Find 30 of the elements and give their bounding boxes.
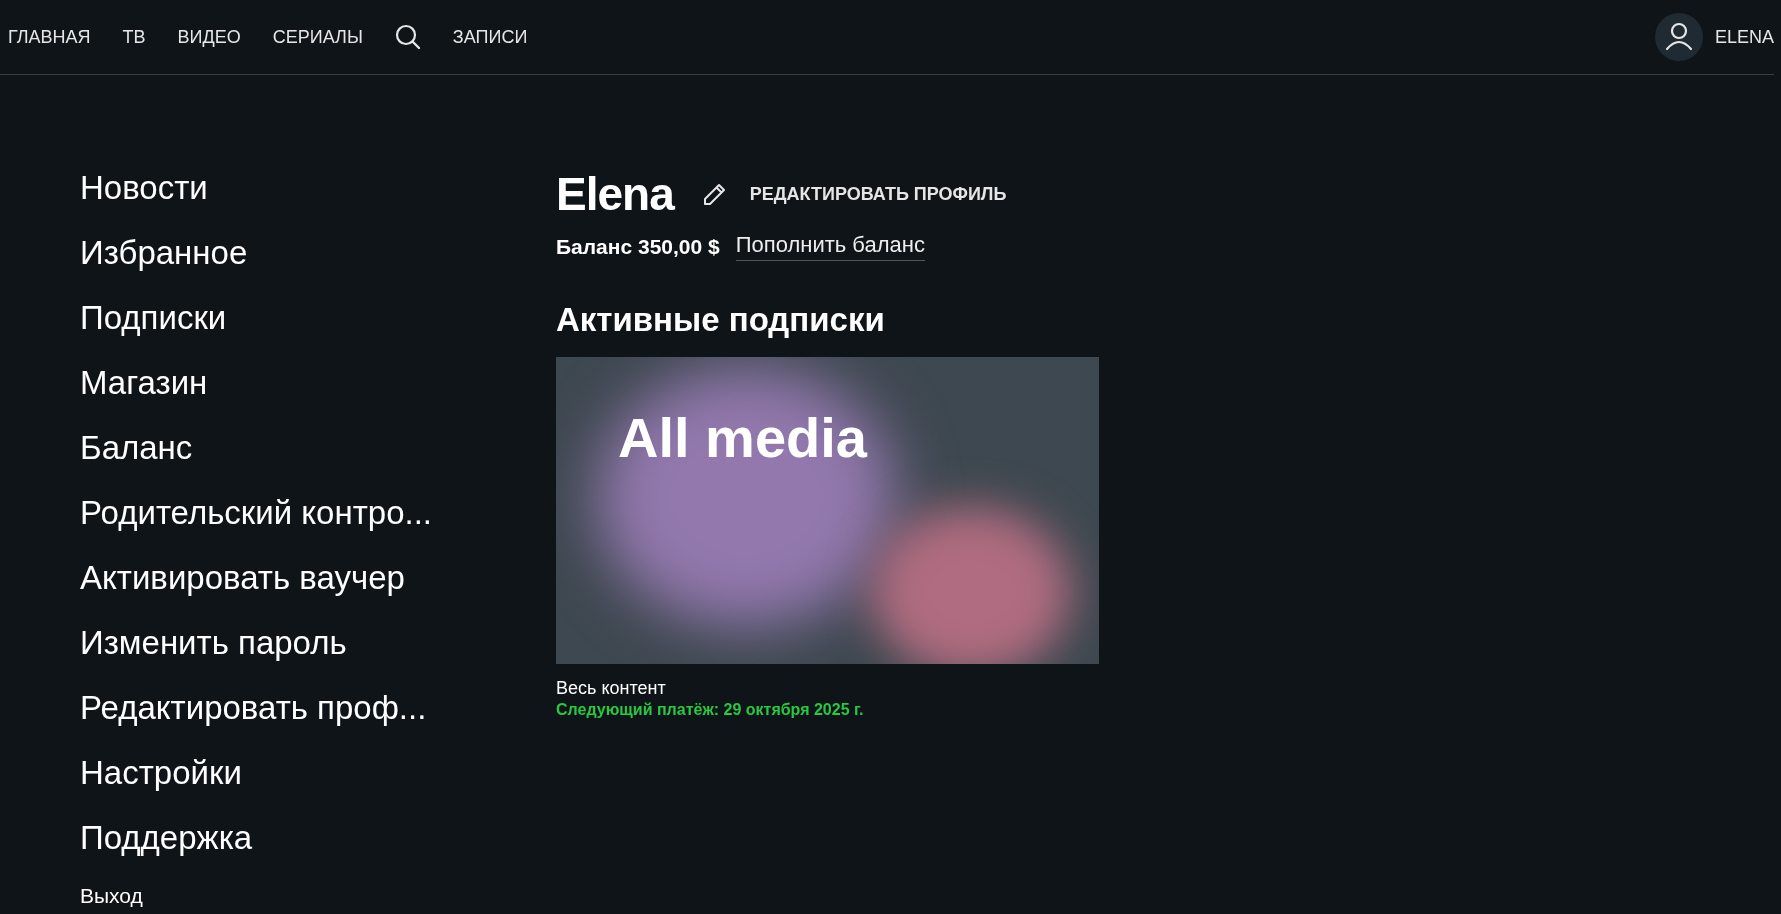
- edit-profile-link[interactable]: РЕДАКТИРОВАТЬ ПРОФИЛЬ: [749, 183, 1007, 205]
- search-icon[interactable]: [394, 24, 421, 50]
- next-payment-text: Следующий платёж: 29 октября 2025 г.: [556, 701, 865, 719]
- sidebar-item[interactable]: Поддержка: [80, 818, 556, 883]
- top-up-link[interactable]: Пополнить баланс: [735, 232, 925, 261]
- sidebar-item[interactable]: Родительский контро...: [80, 493, 556, 558]
- sidebar-item[interactable]: Настройки: [80, 753, 556, 818]
- nav-link[interactable]: ТВ: [122, 26, 146, 48]
- sidebar-item[interactable]: Изменить пароль: [80, 623, 556, 688]
- logout-link[interactable]: Выход: [80, 884, 556, 908]
- banner-title: All media: [618, 405, 867, 470]
- user-avatar-icon[interactable]: [1654, 13, 1703, 61]
- section-title: Активные подписки: [556, 301, 886, 339]
- sidebar-item[interactable]: Редактировать проф...: [80, 688, 556, 753]
- nav-link[interactable]: ГЛАВНАЯ: [8, 26, 91, 48]
- user-name[interactable]: ELENA: [1714, 26, 1774, 48]
- balance-text: Баланс 350,00 $: [556, 234, 720, 259]
- profile-name: Elena: [556, 167, 674, 221]
- subscription-name: Весь контент: [556, 678, 667, 699]
- pencil-icon[interactable]: [701, 181, 728, 207]
- nav-link[interactable]: ВИДЕО: [177, 26, 241, 48]
- sidebar-item[interactable]: Магазин: [80, 363, 556, 428]
- sidebar-item[interactable]: Активировать ваучер: [80, 558, 556, 623]
- sidebar-item[interactable]: Избранное: [80, 233, 556, 298]
- subscription-banner[interactable]: All media: [556, 357, 1099, 664]
- nav-link[interactable]: ЗАПИСИ: [452, 26, 528, 48]
- sidebar-item[interactable]: Новости: [80, 168, 556, 233]
- sidebar-item[interactable]: Подписки: [80, 298, 556, 363]
- sidebar-item[interactable]: Баланс: [80, 428, 556, 493]
- nav-link[interactable]: СЕРИАЛЫ: [272, 26, 363, 48]
